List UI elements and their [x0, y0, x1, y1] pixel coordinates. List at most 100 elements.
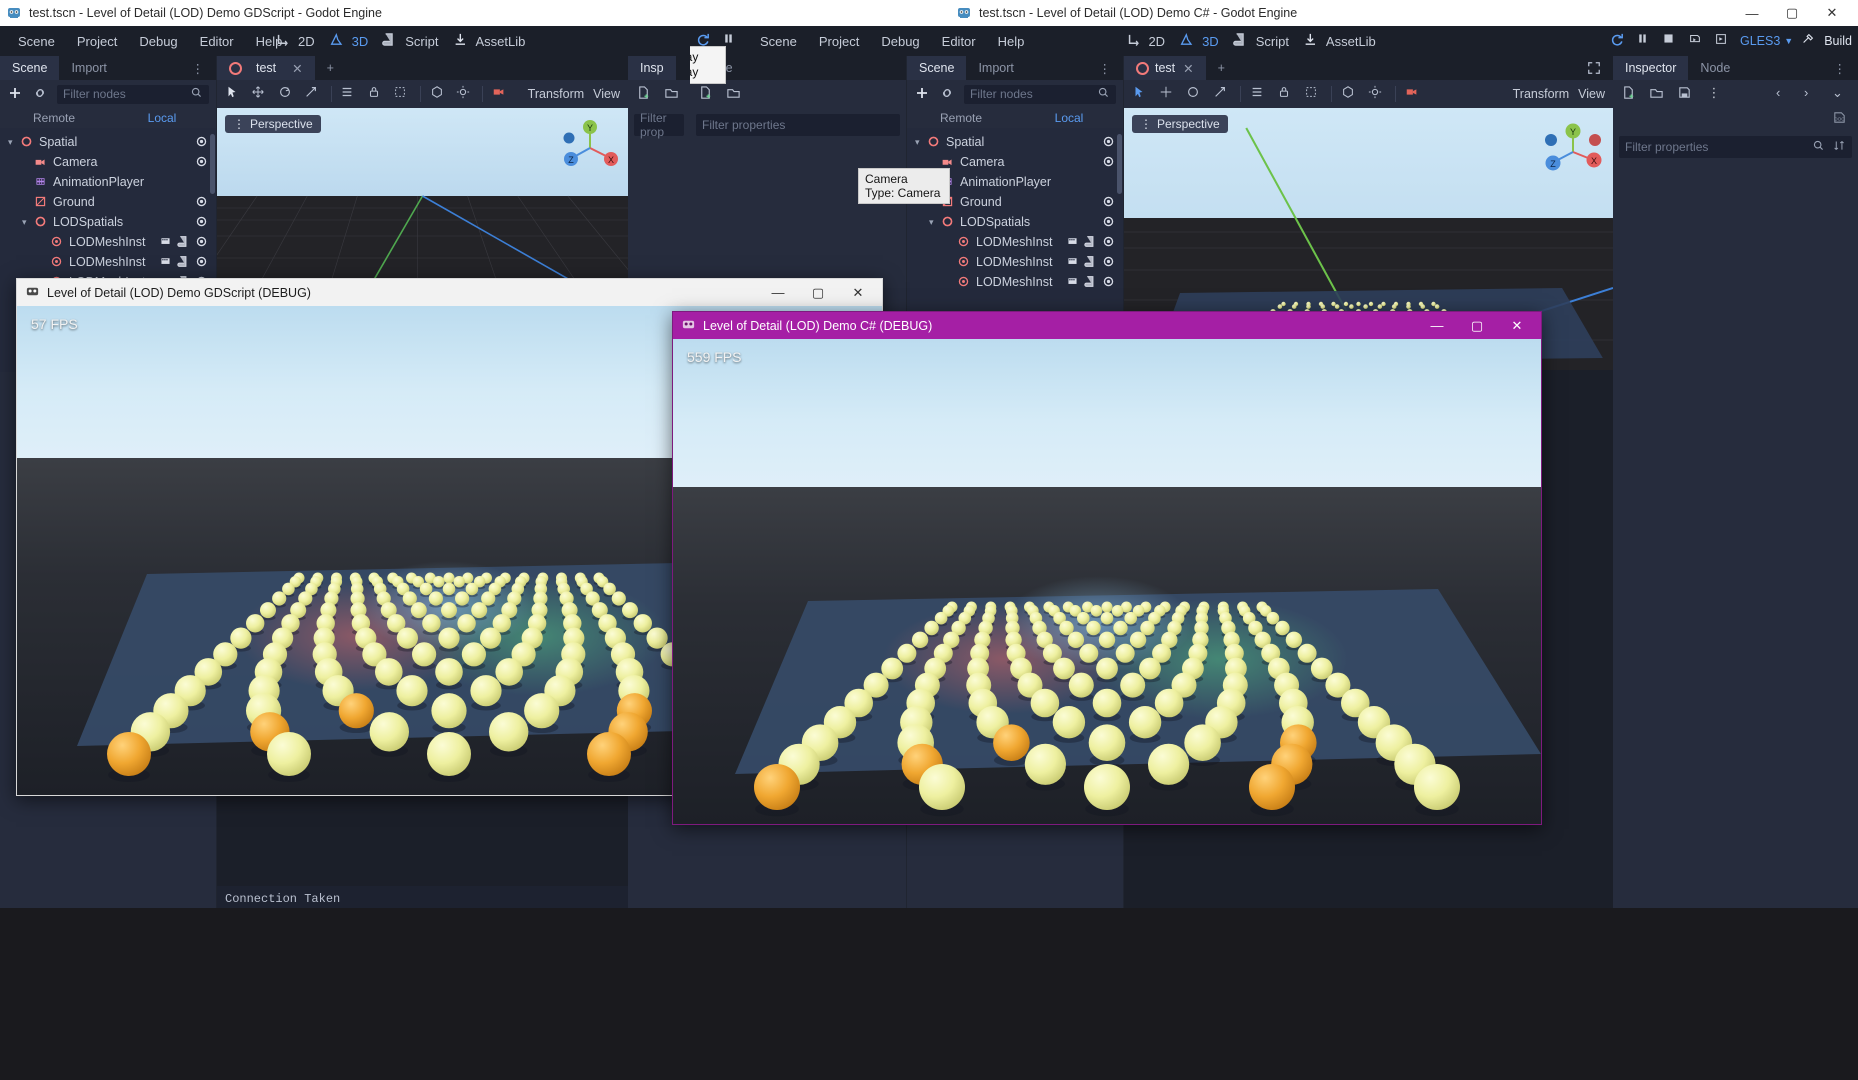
cube-icon[interactable]: [1341, 85, 1359, 103]
visibility-eye-icon[interactable]: [195, 135, 208, 148]
viewport-toolbar-cs[interactable]: Transform View: [1124, 80, 1613, 108]
tab-inspector[interactable]: Insp: [628, 56, 676, 80]
visibility-eye-icon[interactable]: [1102, 135, 1115, 148]
preview-sun-icon[interactable]: [1368, 85, 1386, 103]
tree-node-lodspatials[interactable]: ▾ LODSpatials: [0, 212, 216, 232]
tree-node-lodmeshinst[interactable]: LODMeshInst: [0, 232, 216, 252]
tab-script[interactable]: Script: [1233, 32, 1289, 50]
gdscript-menubar[interactable]: Scene Project Debug Editor Help 2D 3D Sc…: [0, 26, 690, 56]
object-history-icon[interactable]: ⌄: [1832, 85, 1850, 103]
mode-remote[interactable]: Remote: [0, 108, 108, 128]
close-button[interactable]: ✕: [1812, 0, 1852, 26]
tab-assetlib[interactable]: AssetLib: [452, 32, 525, 50]
tab-assetlib[interactable]: AssetLib: [1303, 32, 1376, 50]
mode-local[interactable]: Local: [1015, 108, 1123, 128]
scene-dock-mode-tabs[interactable]: Remote Local: [0, 108, 216, 128]
tab-inspector[interactable]: Inspector: [1613, 56, 1689, 80]
lock-icon[interactable]: [1277, 85, 1295, 103]
script-icon[interactable]: [177, 235, 190, 251]
tab-import[interactable]: Import: [59, 56, 119, 80]
axis-gizmo[interactable]: Y X Z: [558, 116, 622, 180]
filter-nodes-input[interactable]: Filter nodes: [57, 84, 209, 104]
tree-node-spatial[interactable]: ▾ Spatial: [907, 132, 1123, 152]
snap-icon[interactable]: [393, 85, 410, 103]
rotate-mode-icon[interactable]: [1186, 85, 1204, 103]
open-resource-icon[interactable]: [664, 85, 682, 103]
add-node-icon[interactable]: [7, 85, 25, 103]
scale-mode-icon[interactable]: [1213, 85, 1231, 103]
filter-properties-input-cs[interactable]: Filter properties: [1619, 136, 1852, 158]
viewport-toolbar[interactable]: Transform View: [217, 80, 628, 108]
menu-debug[interactable]: Debug: [871, 30, 929, 53]
tab-scene[interactable]: Scene: [907, 56, 967, 80]
csharp-menubar[interactable]: Scene Project Debug Editor Help 2D 3D Sc…: [690, 26, 1858, 56]
tab-script[interactable]: Script: [382, 32, 438, 50]
inspector-tabs[interactable]: Inspector Node ⋮: [1613, 56, 1858, 80]
animation-icon[interactable]: [159, 235, 172, 251]
menu-project[interactable]: Project: [67, 30, 127, 53]
scene-dock-tabs-cs[interactable]: Scene Import ⋮: [907, 56, 1123, 80]
tab-node[interactable]: Node: [1688, 56, 1743, 80]
scene-tabs[interactable]: test ✕ +: [217, 56, 628, 80]
minimize-button[interactable]: —: [1417, 313, 1457, 339]
viewport-menu-transform[interactable]: Transform: [1513, 87, 1570, 101]
node-extra-icons[interactable]: [1066, 255, 1097, 271]
filter-properties-input-left[interactable]: Filter properties: [696, 114, 900, 136]
tab-3d[interactable]: 3D: [1179, 32, 1219, 50]
perspective-camera-icon[interactable]: [492, 85, 509, 103]
inspector-toolbar[interactable]: [628, 80, 690, 108]
add-scene-tab-button[interactable]: +: [314, 56, 346, 80]
fullscreen-icon[interactable]: [1575, 56, 1613, 80]
visibility-eye-icon[interactable]: [195, 235, 208, 248]
animation-icon[interactable]: [1066, 235, 1079, 251]
scene-dock-menu-button[interactable]: ⋮: [1086, 56, 1123, 80]
instance-scene-icon[interactable]: [32, 85, 50, 103]
tree-node-lodmeshinst[interactable]: LODMeshInst: [907, 252, 1123, 272]
menu-help[interactable]: Help: [988, 30, 1035, 53]
filter-nodes-input-cs[interactable]: Filter nodes: [964, 84, 1116, 104]
pause-scene-icon[interactable]: [1636, 32, 1654, 50]
tree-node-spatial[interactable]: ▾ Spatial: [0, 132, 216, 152]
visibility-eye-icon[interactable]: [1102, 155, 1115, 168]
expand-arrow-icon[interactable]: ▾: [929, 217, 941, 228]
play-custom-scene-icon[interactable]: [1714, 32, 1732, 50]
inspector-more-icon[interactable]: ⋮: [1705, 85, 1723, 103]
stop-scene-icon[interactable]: [1662, 32, 1680, 50]
inspector-toolbar-cs[interactable]: ⋮ ‹ › ⌄: [1613, 80, 1858, 108]
rotate-mode-icon[interactable]: [278, 85, 295, 103]
visibility-eye-icon[interactable]: [1102, 255, 1115, 268]
close-icon[interactable]: ✕: [1183, 61, 1193, 76]
perspective-camera-icon[interactable]: [1405, 85, 1423, 103]
menu-scene[interactable]: Scene: [8, 30, 65, 53]
perspective-button-cs[interactable]: ⋮ Perspective: [1132, 115, 1228, 133]
close-button[interactable]: ✕: [838, 280, 878, 306]
instance-scene-icon[interactable]: [939, 85, 957, 103]
csharp-game-viewport[interactable]: 559 FPS: [673, 339, 1541, 824]
csharp-game-titlebar[interactable]: Level of Detail (LOD) Demo C# (DEBUG) — …: [673, 312, 1541, 339]
close-button[interactable]: ✕: [1497, 313, 1537, 339]
tab-import[interactable]: Import: [966, 56, 1026, 80]
menu-project[interactable]: Project: [809, 30, 869, 53]
mode-local[interactable]: Local: [108, 108, 216, 128]
visibility-eye-icon[interactable]: [195, 195, 208, 208]
menu-editor[interactable]: Editor: [190, 30, 244, 53]
tab-2d[interactable]: 2D: [1125, 32, 1165, 50]
animation-icon[interactable]: [1066, 275, 1079, 291]
visibility-eye-icon[interactable]: [1102, 215, 1115, 228]
snap-icon[interactable]: [1304, 85, 1322, 103]
csharp-editor-titlebar[interactable]: test.tscn - Level of Detail (LOD) Demo C…: [690, 0, 1858, 26]
sort-properties-icon[interactable]: [1833, 139, 1846, 155]
editor-right-tools[interactable]: GLES3 ▼ Build: [1610, 32, 1852, 50]
scene-dock-menu-button[interactable]: ⋮: [179, 56, 216, 80]
scene-tab-test[interactable]: test ✕: [1124, 56, 1206, 80]
script-icon[interactable]: [1084, 235, 1097, 251]
move-mode-icon[interactable]: [1159, 85, 1177, 103]
minimize-button[interactable]: —: [758, 280, 798, 306]
node-extra-icons[interactable]: [1066, 275, 1097, 291]
visibility-eye-icon[interactable]: [1102, 275, 1115, 288]
animation-icon[interactable]: [159, 255, 172, 271]
list-icon[interactable]: [340, 85, 357, 103]
select-mode-icon[interactable]: [225, 85, 242, 103]
inspector-toolbar-left[interactable]: [690, 80, 906, 108]
window-controls[interactable]: — ▢ ✕: [1732, 0, 1852, 26]
